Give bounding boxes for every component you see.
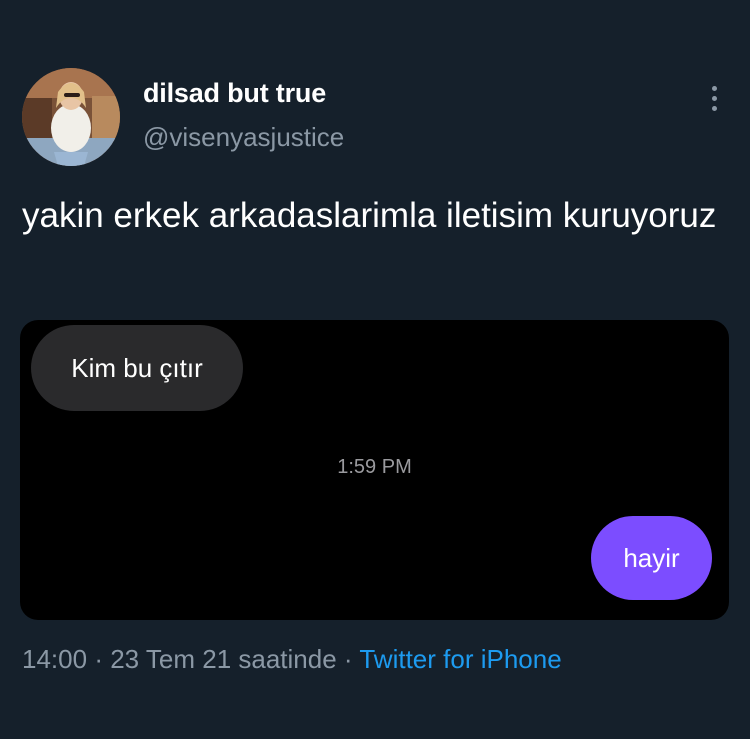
avatar-photo <box>22 68 120 166</box>
more-vertical-icon-dot-2 <box>711 95 717 101</box>
more-vertical-icon-dot-3 <box>711 105 717 111</box>
tweet-date[interactable]: 23 Tem 21 saatinde <box>110 644 336 674</box>
more-vertical-icon <box>711 85 717 91</box>
meta-separator: · <box>94 644 103 674</box>
tweet: dilsad but true @visenyasjustice yakin e… <box>0 0 750 739</box>
more-options-button[interactable] <box>700 80 728 116</box>
meta-separator-2: · <box>343 644 353 674</box>
user-handle[interactable]: @visenyasjustice <box>143 122 344 153</box>
avatar[interactable] <box>22 68 120 166</box>
display-name[interactable]: dilsad but true <box>143 78 326 109</box>
tweet-meta: 14:00 · 23 Tem 21 saatinde · Twitter for… <box>22 644 562 675</box>
message-timestamp: 1:59 PM <box>337 456 412 478</box>
incoming-message-bubble: Kim bu çıtır <box>31 325 243 411</box>
incoming-message-text: Kim bu çıtır <box>71 352 203 383</box>
tweet-text: yakin erkek arkadaslarimla iletisim kuru… <box>22 196 717 235</box>
tweet-time[interactable]: 14:00 <box>22 644 87 674</box>
outgoing-message-bubble: hayir <box>591 516 712 600</box>
attached-screenshot[interactable]: Kim bu çıtır 1:59 PM hayir <box>20 320 729 620</box>
tweet-source-link[interactable]: Twitter for iPhone <box>359 644 561 674</box>
outgoing-message-text: hayir <box>623 542 680 573</box>
